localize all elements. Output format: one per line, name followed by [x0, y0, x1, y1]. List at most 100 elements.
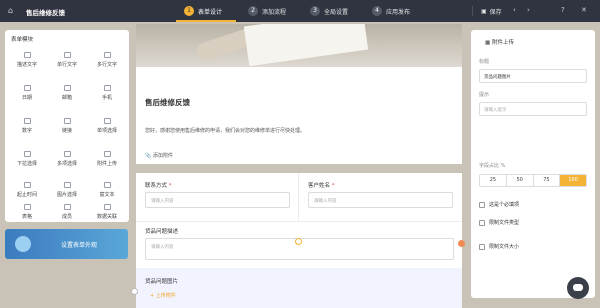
props-title: ▦ 附件上传	[485, 40, 514, 46]
attachment-icon: ▦	[485, 40, 492, 46]
top-bar: ⌂ 售后维修反馈 1 表单设计 2 添加流程 3 全局设置 4 应用发布 ▣ 保…	[0, 0, 600, 22]
component-palette: 表单模块 描述文字 单行文字 多行文字 日期 邮箱 手机 数字 链接 单项选择 …	[5, 30, 129, 222]
textarea-icon	[103, 52, 111, 58]
widget-table[interactable]: 表格	[7, 200, 47, 226]
user-icon	[63, 204, 71, 210]
width-option-100[interactable]: 100	[560, 175, 586, 186]
save-button[interactable]: ▣ 保存	[481, 0, 502, 22]
checkbox[interactable]	[479, 243, 485, 250]
form-cover-image	[136, 24, 462, 67]
checkbox[interactable]	[479, 201, 485, 208]
field-label-contact: 联系方式 *	[145, 183, 172, 189]
field-hint-input[interactable]: 请输入提示	[479, 102, 587, 116]
chat-support-icon[interactable]	[567, 277, 589, 299]
widget-radio[interactable]: 单项选择	[87, 114, 127, 140]
field-label-name: 客户姓名 *	[308, 183, 335, 189]
customer-name-input[interactable]: 请输入内容	[308, 192, 453, 208]
required-checkbox[interactable]: 这是个必填项	[479, 201, 519, 208]
save-label: 保存	[489, 8, 502, 16]
phone-icon	[103, 85, 111, 91]
widget-email[interactable]: 邮箱	[47, 81, 87, 107]
checkbox[interactable]	[479, 219, 485, 226]
step-label: 全局设置	[324, 8, 349, 16]
step-label: 表单设计	[198, 8, 223, 16]
number-icon	[23, 118, 31, 124]
forward-icon[interactable]: ›	[527, 6, 530, 14]
table-icon	[23, 204, 31, 210]
upload-button[interactable]: + 上传附件	[150, 292, 176, 299]
add-attachment-link[interactable]: 📎 添加附件	[145, 152, 173, 159]
delete-field-icon[interactable]	[458, 240, 465, 247]
close-icon[interactable]: ✕	[581, 6, 587, 14]
resize-handle-icon[interactable]	[131, 288, 138, 295]
mail-icon	[63, 85, 71, 91]
step-label: 应用发布	[386, 8, 411, 16]
form-description: 您好，感谢您使用售后维修的申请，我们会对您的维修单进行尽快处理。	[145, 128, 306, 134]
form-canvas: 售后维修反馈 您好，感谢您使用售后维修的申请，我们会对您的维修单进行尽快处理。 …	[131, 24, 465, 308]
calendar-icon	[23, 85, 31, 91]
widget-date[interactable]: 日期	[7, 81, 47, 107]
add-attachment-label: 添加附件	[152, 153, 173, 159]
width-option-75[interactable]: 75	[534, 175, 561, 186]
widget-single-line[interactable]: 单行文字	[47, 48, 87, 74]
image-field-selected[interactable]: 货品问题图片 + 上传附件	[136, 268, 462, 308]
appearance-banner[interactable]: 设置表单外观	[5, 229, 128, 259]
field-label-issue: 货品问题描述	[145, 229, 179, 235]
step-form-design[interactable]: 1 表单设计	[175, 0, 237, 22]
width-option-25[interactable]: 25	[480, 175, 507, 186]
palette-icon	[15, 236, 31, 252]
widget-attachment[interactable]: 附件上传	[87, 147, 127, 173]
divider	[298, 173, 299, 221]
step-add-flow[interactable]: 2 添加流程	[248, 0, 286, 22]
widget-checkbox[interactable]: 多项选择	[47, 147, 87, 173]
radio-icon	[103, 118, 111, 124]
link-icon	[63, 118, 71, 124]
form-intro[interactable]: 售后维修反馈 您好，感谢您使用售后维修的申请，我们会对您的维修单进行尽快处理。 …	[136, 67, 462, 164]
widget-data-link[interactable]: 数据关联	[87, 200, 127, 226]
contact-input[interactable]: 请输入内容	[145, 192, 290, 208]
back-icon[interactable]: ‹	[513, 6, 516, 14]
cover-photo-paper	[243, 24, 369, 67]
field-title-input[interactable]: 货品问题图片	[479, 69, 587, 83]
widget-number[interactable]: 数字	[7, 114, 47, 140]
step-number: 2	[248, 6, 258, 16]
insert-handle-icon[interactable]	[295, 238, 302, 245]
palette-title: 表单模块	[11, 37, 34, 43]
field-label-image: 货品问题图片	[145, 279, 179, 285]
help-icon[interactable]: ?	[561, 6, 565, 14]
step-number: 1	[184, 6, 194, 16]
app-title: 售后维修反馈	[26, 9, 65, 17]
widget-link[interactable]: 链接	[47, 114, 87, 140]
width-option-50[interactable]: 50	[507, 175, 534, 186]
divider	[136, 221, 462, 222]
attachment-icon	[103, 151, 111, 157]
width-caption: 字段占比 %	[479, 163, 506, 169]
richtext-icon	[103, 182, 111, 188]
database-icon	[103, 204, 111, 210]
limit-type-checkbox[interactable]: 限制文件类型	[479, 219, 519, 226]
appearance-label: 设置表单外观	[61, 242, 98, 249]
properties-panel: ▦ 附件上传 标题 货品问题图片 提示 请输入提示 字段占比 % 25 50 7…	[471, 30, 595, 298]
step-global-settings[interactable]: 3 全局设置	[310, 0, 348, 22]
widget-phone[interactable]: 手机	[87, 81, 127, 107]
widget-member[interactable]: 成员	[47, 200, 87, 226]
upload-label: 上传附件	[155, 293, 176, 299]
text-icon	[23, 52, 31, 58]
hint-caption: 提示	[479, 92, 490, 98]
clock-icon	[23, 182, 31, 188]
step-label: 添加流程	[262, 8, 287, 16]
limit-size-checkbox[interactable]: 限制文件大小	[479, 243, 519, 250]
step-publish[interactable]: 4 应用发布	[372, 0, 410, 22]
home-icon[interactable]: ⌂	[8, 6, 13, 15]
form-title: 售后维修反馈	[145, 98, 190, 107]
input-icon	[63, 52, 71, 58]
step-number: 4	[372, 6, 382, 16]
image-icon	[63, 182, 71, 188]
widget-description[interactable]: 描述文字	[7, 48, 47, 74]
dropdown-icon	[23, 151, 31, 157]
divider	[472, 6, 473, 16]
widget-multi-line[interactable]: 多行文字	[87, 48, 127, 74]
save-icon: ▣	[481, 7, 487, 15]
width-selector: 25 50 75 100	[479, 174, 587, 187]
widget-dropdown[interactable]: 下拉选择	[7, 147, 47, 173]
